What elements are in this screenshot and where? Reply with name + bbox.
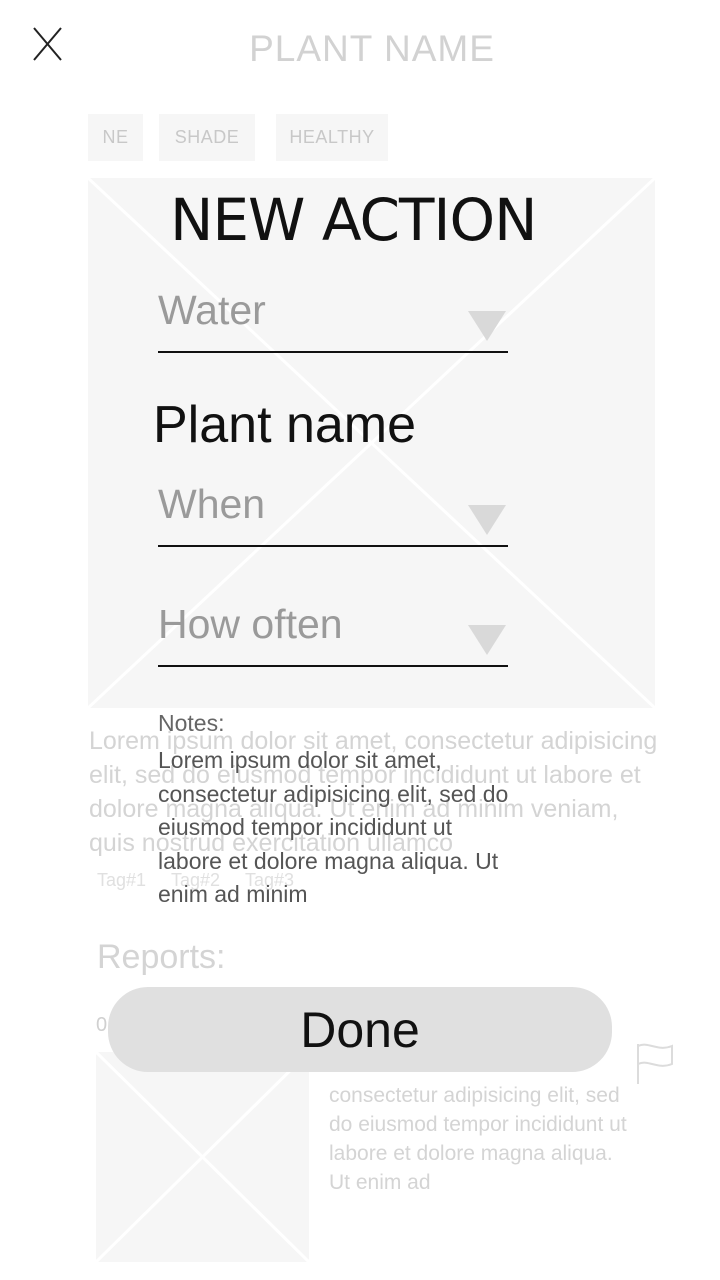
notes-label: Notes:	[158, 710, 225, 736]
triangle-down-icon	[468, 311, 506, 341]
triangle-down-icon	[468, 505, 506, 535]
notes-textarea[interactable]: Lorem ipsum dolor sit amet, consectetur …	[158, 744, 518, 912]
triangle-down-icon	[468, 625, 506, 655]
how-often-dropdown[interactable]: How often	[158, 597, 508, 667]
action-type-dropdown[interactable]: Water	[158, 283, 508, 353]
plant-name-label: Plant name	[153, 396, 417, 454]
new-action-modal: NEW ACTION Water Plant name When How oft…	[0, 0, 720, 1280]
action-type-value: Water	[158, 287, 266, 333]
modal-title: NEW ACTION	[170, 186, 538, 254]
when-value: When	[158, 481, 266, 527]
done-button[interactable]: Done	[108, 987, 612, 1072]
how-often-value: How often	[158, 601, 343, 647]
when-dropdown[interactable]: When	[158, 477, 508, 547]
